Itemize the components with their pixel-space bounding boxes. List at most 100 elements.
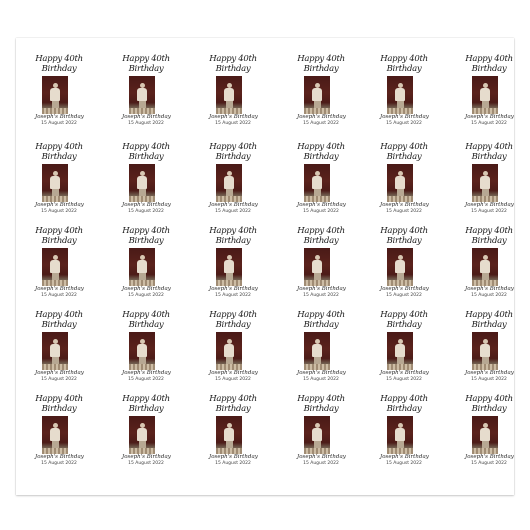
pattern-tile: Happy 40th Birthday Joseph's Birthday 15 Au…	[380, 226, 429, 312]
greeting-line-1: Happy 40th	[465, 54, 513, 64]
date-caption: 15 August 2022	[303, 377, 339, 382]
greeting-line-1: Happy 40th	[297, 54, 345, 64]
photo-body	[312, 260, 322, 273]
name-caption: Joseph's Birthday	[380, 286, 429, 292]
name-caption: Joseph's Birthday	[380, 114, 429, 120]
name-caption: Joseph's Birthday	[122, 286, 171, 292]
greeting-line-1: Happy 40th	[209, 226, 257, 236]
greeting-line-2: Birthday	[41, 320, 77, 330]
greeting-line-1: Happy 40th	[380, 310, 428, 320]
portrait-photo	[304, 164, 330, 202]
name-caption: Joseph's Birthday	[465, 454, 514, 460]
greeting-line-2: Birthday	[303, 152, 339, 162]
greeting-line-2: Birthday	[128, 404, 164, 414]
date-caption: 15 August 2022	[215, 121, 251, 126]
date-caption: 15 August 2022	[471, 121, 507, 126]
greeting-line-1: Happy 40th	[465, 142, 513, 152]
greeting-line-2: Birthday	[41, 404, 77, 414]
date-caption: 15 August 2022	[215, 293, 251, 298]
photo-body	[50, 88, 60, 101]
portrait-photo	[216, 76, 242, 114]
photo-body	[395, 344, 405, 357]
portrait-photo	[472, 164, 498, 202]
date-caption: 15 August 2022	[303, 121, 339, 126]
name-caption: Joseph's Birthday	[380, 370, 429, 376]
greeting-line-2: Birthday	[471, 236, 507, 246]
greeting-line-2: Birthday	[303, 404, 339, 414]
photo-body	[480, 428, 490, 441]
greeting-line-1: Happy 40th	[35, 394, 83, 404]
pattern-tile: Happy 40th Birthday Joseph's Birthday 15 Au…	[35, 54, 84, 140]
date-caption: 15 August 2022	[128, 121, 164, 126]
greeting-line-1: Happy 40th	[122, 226, 170, 236]
date-caption: 15 August 2022	[471, 377, 507, 382]
date-caption: 15 August 2022	[386, 121, 422, 126]
pattern-tile: Happy 40th Birthday Joseph's Birthday 15 Au…	[122, 142, 171, 228]
date-caption: 15 August 2022	[41, 293, 77, 298]
portrait-photo	[42, 76, 68, 114]
date-caption: 15 August 2022	[128, 209, 164, 214]
greeting-line-2: Birthday	[471, 404, 507, 414]
pattern-tile: Happy 40th Birthday Joseph's Birthday 15 Au…	[122, 394, 171, 480]
name-caption: Joseph's Birthday	[297, 454, 346, 460]
greeting-line-2: Birthday	[41, 64, 77, 74]
greeting-line-2: Birthday	[386, 320, 422, 330]
name-caption: Joseph's Birthday	[209, 286, 258, 292]
photo-body	[224, 260, 234, 273]
greeting-line-1: Happy 40th	[297, 226, 345, 236]
portrait-photo	[129, 332, 155, 370]
pattern-tile: Happy 40th Birthday Joseph's Birthday 15 Au…	[297, 310, 346, 396]
portrait-photo	[42, 416, 68, 454]
photo-body	[312, 428, 322, 441]
date-caption: 15 August 2022	[386, 293, 422, 298]
greeting-line-1: Happy 40th	[35, 54, 83, 64]
name-caption: Joseph's Birthday	[380, 202, 429, 208]
name-caption: Joseph's Birthday	[465, 370, 514, 376]
greeting-line-1: Happy 40th	[35, 226, 83, 236]
pattern-tile: Happy 40th Birthday Joseph's Birthday 15 Au…	[380, 142, 429, 228]
portrait-photo	[304, 248, 330, 286]
photo-body	[224, 344, 234, 357]
pattern-tile: Happy 40th Birthday Joseph's Birthday 15 Au…	[209, 142, 258, 228]
portrait-photo	[216, 164, 242, 202]
date-caption: 15 August 2022	[128, 377, 164, 382]
pattern-tile: Happy 40th Birthday Joseph's Birthday 15 Au…	[380, 54, 429, 140]
name-caption: Joseph's Birthday	[465, 202, 514, 208]
name-caption: Joseph's Birthday	[297, 370, 346, 376]
wrapping-paper-sheet: Happy 40th Birthday Joseph's Birthday 15 Au…	[16, 38, 514, 495]
date-caption: 15 August 2022	[41, 121, 77, 126]
date-caption: 15 August 2022	[215, 461, 251, 466]
pattern-tile: Happy 40th Birthday Joseph's Birthday 15 Au…	[297, 394, 346, 480]
portrait-photo	[42, 164, 68, 202]
photo-body	[480, 176, 490, 189]
portrait-photo	[387, 164, 413, 202]
pattern-tile: Happy 40th Birthday Joseph's Birthday 15 Au…	[35, 394, 84, 480]
name-caption: Joseph's Birthday	[209, 202, 258, 208]
pattern-tile: Happy 40th Birthday Joseph's Birthday 15 Au…	[35, 310, 84, 396]
pattern-tile: Happy 40th Birthday Joseph's Birthday 15 Au…	[465, 54, 514, 140]
name-caption: Joseph's Birthday	[297, 202, 346, 208]
photo-body	[312, 344, 322, 357]
greeting-line-2: Birthday	[471, 152, 507, 162]
greeting-line-1: Happy 40th	[465, 394, 513, 404]
date-caption: 15 August 2022	[386, 209, 422, 214]
greeting-line-2: Birthday	[128, 320, 164, 330]
portrait-photo	[129, 164, 155, 202]
greeting-line-2: Birthday	[386, 64, 422, 74]
pattern-tile: Happy 40th Birthday Joseph's Birthday 15 Au…	[380, 310, 429, 396]
name-caption: Joseph's Birthday	[209, 454, 258, 460]
greeting-line-2: Birthday	[128, 152, 164, 162]
date-caption: 15 August 2022	[215, 377, 251, 382]
pattern-tile: Happy 40th Birthday Joseph's Birthday 15 Au…	[209, 226, 258, 312]
greeting-line-2: Birthday	[128, 236, 164, 246]
pattern-tile: Happy 40th Birthday Joseph's Birthday 15 Au…	[35, 142, 84, 228]
pattern-tile: Happy 40th Birthday Joseph's Birthday 15 Au…	[297, 226, 346, 312]
photo-body	[50, 176, 60, 189]
greeting-line-2: Birthday	[471, 64, 507, 74]
portrait-photo	[472, 416, 498, 454]
date-caption: 15 August 2022	[303, 461, 339, 466]
name-caption: Joseph's Birthday	[209, 370, 258, 376]
name-caption: Joseph's Birthday	[122, 454, 171, 460]
greeting-line-2: Birthday	[386, 236, 422, 246]
name-caption: Joseph's Birthday	[465, 286, 514, 292]
